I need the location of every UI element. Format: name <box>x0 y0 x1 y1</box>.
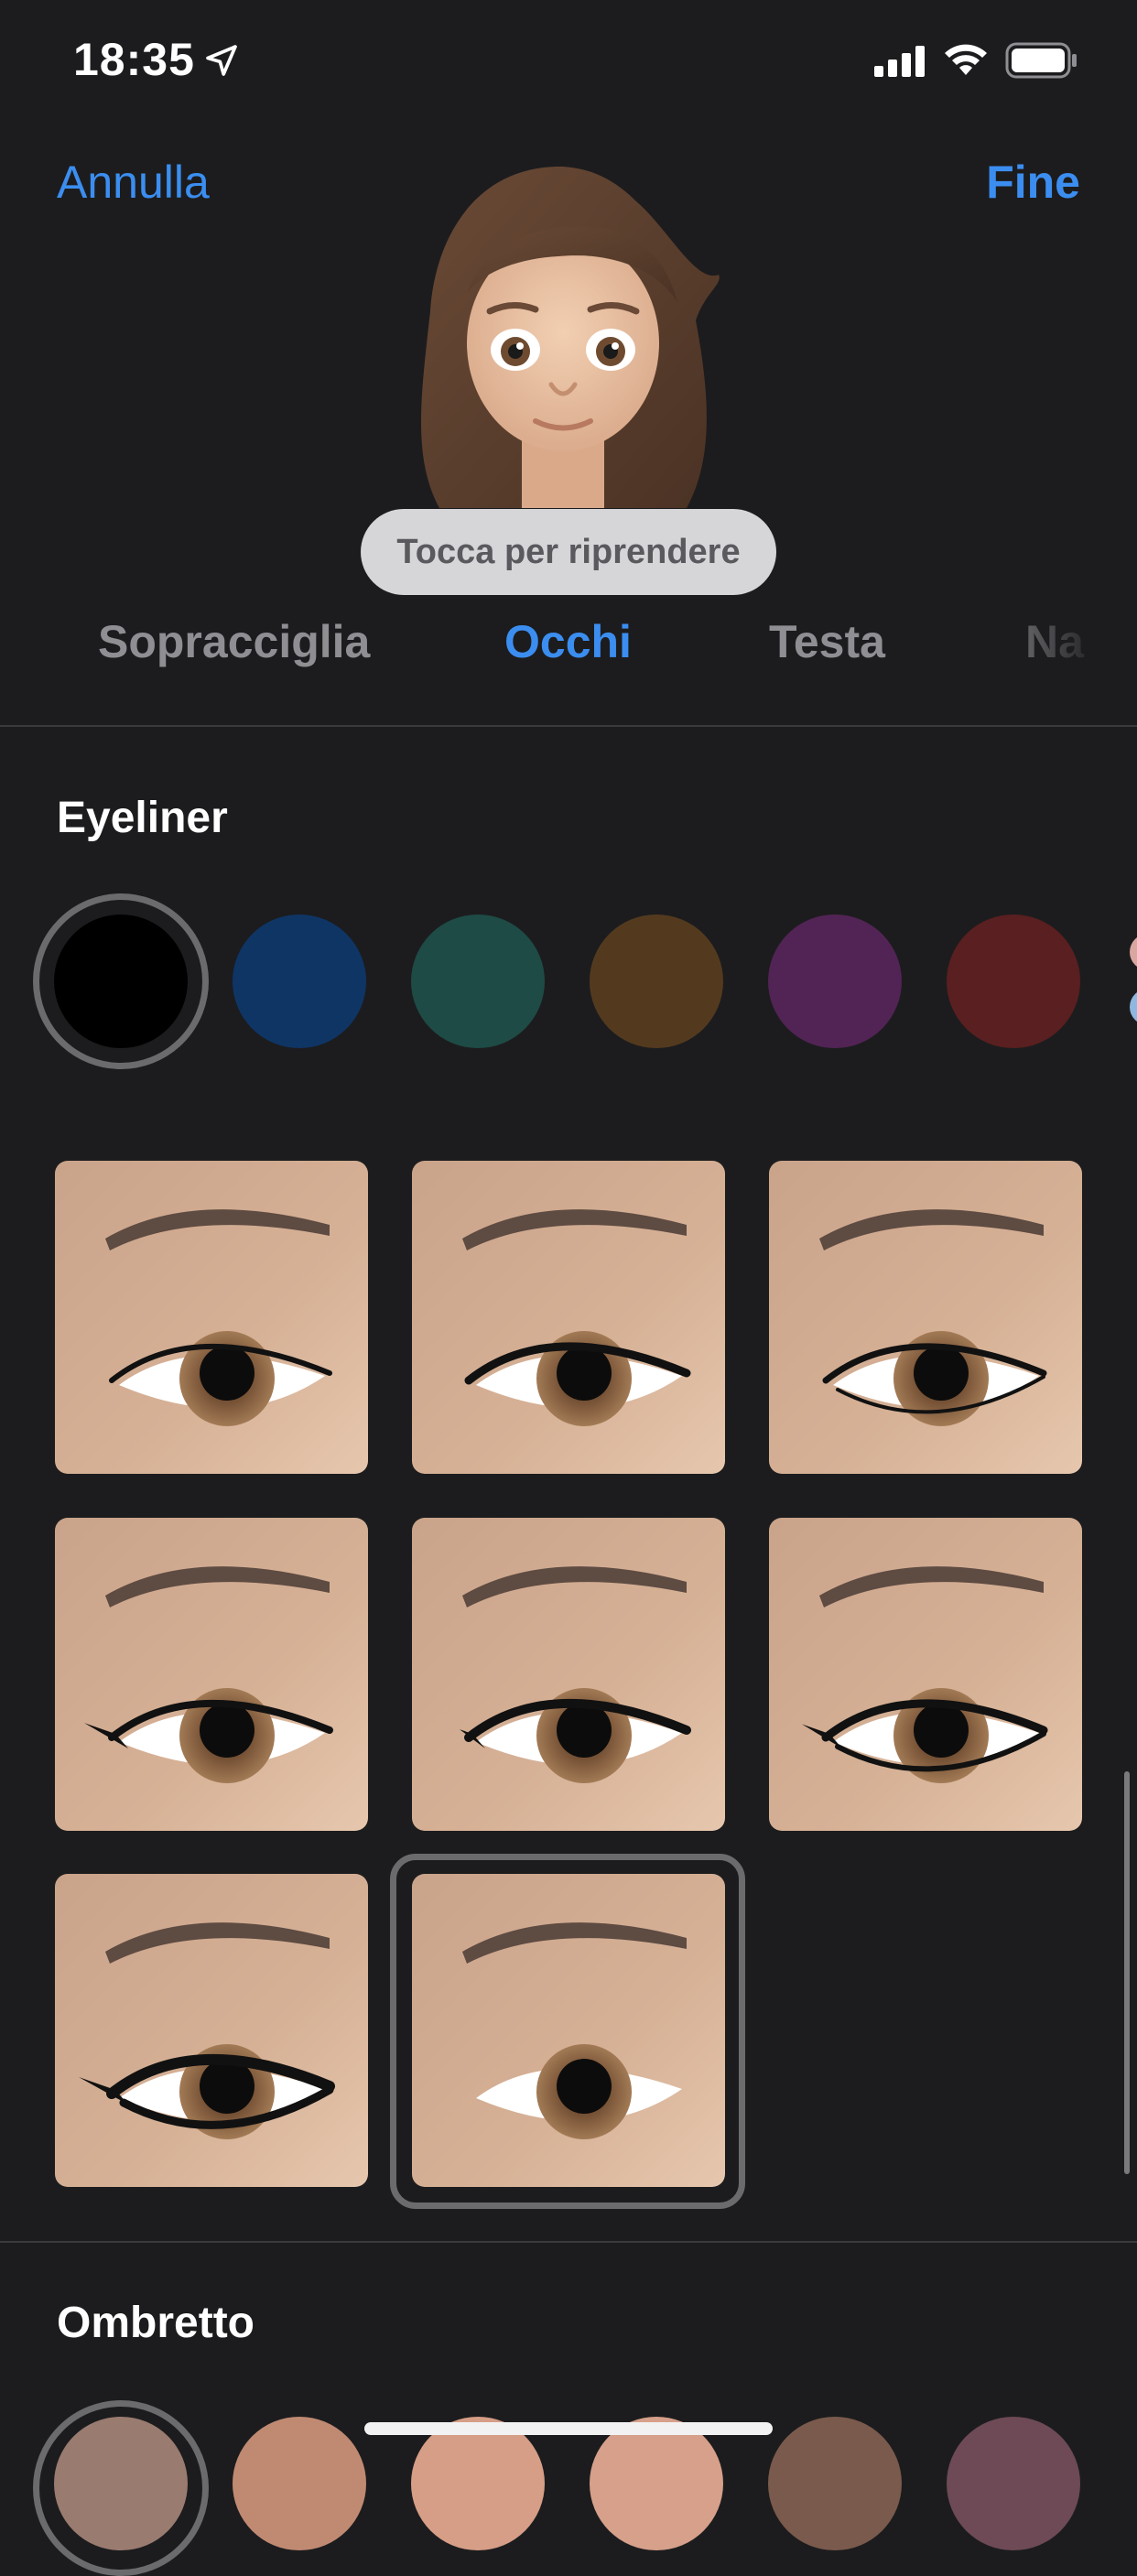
selected-style-ring <box>390 1854 745 2209</box>
eyeshadow-color-swatch[interactable] <box>411 2417 545 2550</box>
eyeliner-color-swatch[interactable] <box>411 915 545 1048</box>
eyeliner-color-swatch[interactable] <box>768 915 902 1048</box>
tabs-divider <box>0 725 1137 727</box>
eyeliner-style-tile[interactable] <box>412 1518 725 1831</box>
tab-head[interactable]: Testa <box>769 615 885 668</box>
section-divider <box>0 2241 1137 2243</box>
eyeshadow-color-swatch[interactable] <box>233 2417 366 2550</box>
scrollbar[interactable] <box>1124 1771 1130 2174</box>
eyeliner-color-swatch[interactable] <box>54 915 188 1048</box>
location-arrow-icon <box>206 45 237 76</box>
eyeshadow-color-swatch[interactable] <box>768 2417 902 2550</box>
eyeliner-color-swatch[interactable] <box>233 915 366 1048</box>
eyeshadow-color-swatch[interactable] <box>947 2417 1080 2550</box>
eyeliner-style-tile[interactable] <box>55 1518 368 1831</box>
status-time: 18:35 <box>73 34 195 85</box>
eyeliner-style-tile[interactable] <box>769 1518 1082 1831</box>
wifi-icon <box>945 44 987 75</box>
cellular-signal-icon <box>874 46 925 77</box>
tap-to-retake-button[interactable]: Tocca per riprendere <box>361 509 776 595</box>
eyeshadow-selected-ring <box>33 2400 209 2576</box>
eyeliner-title: Eyeliner <box>57 794 228 842</box>
eyeliner-color-swatch[interactable] <box>590 915 723 1048</box>
battery-icon <box>1005 42 1077 79</box>
cancel-button[interactable]: Annulla <box>57 156 210 209</box>
color-swatch-partial-2[interactable] <box>1130 989 1137 1025</box>
eyeliner-style-tile[interactable] <box>55 1874 368 2187</box>
color-swatch-partial[interactable] <box>1130 934 1137 970</box>
eyeliner-style-tile[interactable] <box>412 1161 725 1474</box>
eyeshadow-color-swatch[interactable] <box>590 2417 723 2550</box>
tab-eyebrows[interactable]: Sopracciglia <box>98 615 370 668</box>
done-button[interactable]: Fine <box>986 156 1080 209</box>
home-indicator[interactable] <box>364 2422 773 2435</box>
eyeliner-color-swatch[interactable] <box>947 915 1080 1048</box>
memoji-avatar <box>421 166 720 508</box>
tab-eyes[interactable]: Occhi <box>504 615 632 668</box>
eyeliner-style-tile[interactable] <box>769 1161 1082 1474</box>
eyeshadow-title: Ombretto <box>57 2299 254 2347</box>
category-tabs: Sopracciglia Occhi Testa Na <box>0 615 1137 688</box>
eyeliner-style-tile[interactable] <box>55 1161 368 1474</box>
